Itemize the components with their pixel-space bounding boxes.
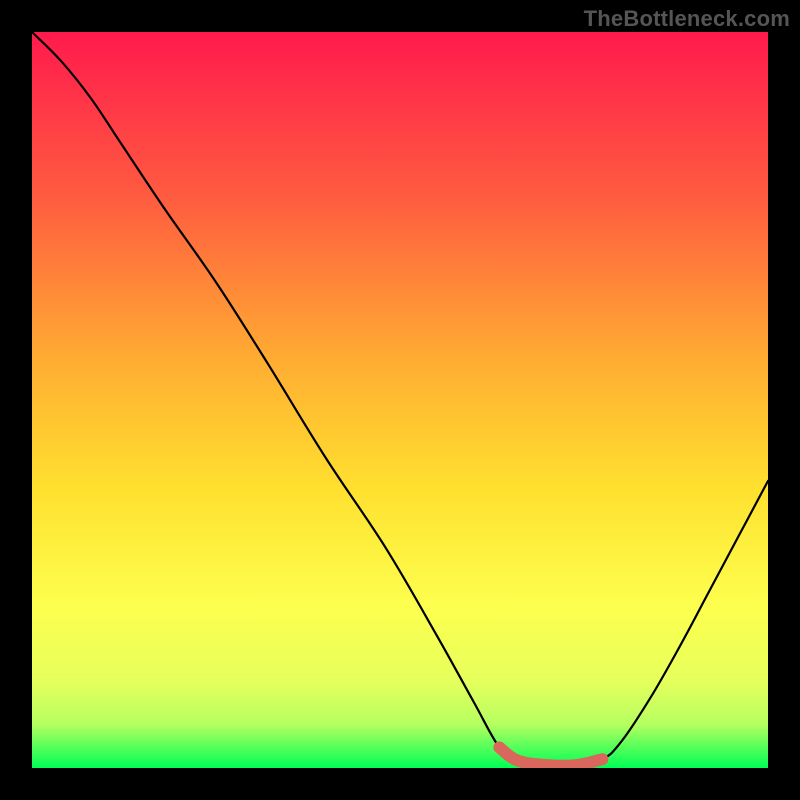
- plot-area: [32, 32, 768, 768]
- gradient-background: [32, 32, 768, 768]
- chart-container: TheBottleneck.com: [0, 0, 800, 800]
- chart-svg: [32, 32, 768, 768]
- attribution-text: TheBottleneck.com: [584, 6, 790, 32]
